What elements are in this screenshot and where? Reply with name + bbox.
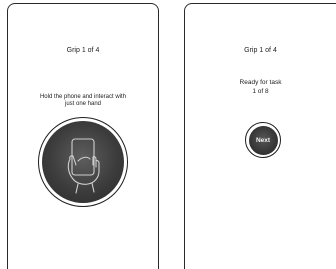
task-status-text: Ready for task 1 of 8 — [185, 78, 336, 96]
hand-holding-phone-icon — [42, 121, 124, 203]
task-line-1: Ready for task — [239, 79, 282, 86]
task-ready-screen: Grip 1 of 4 Ready for task 1 of 8 Next — [184, 3, 336, 269]
next-button[interactable]: Next — [245, 122, 281, 158]
instruction-line-2: just one hand — [64, 101, 102, 107]
instruction-line-1: Hold the phone and interact with — [39, 94, 127, 100]
app-stage: Grip 1 of 4 Hold the phone and interact … — [0, 0, 336, 269]
next-button-label: Next — [248, 125, 278, 155]
task-line-2: 1 of 8 — [252, 88, 269, 95]
grip-instruction-text: Hold the phone and interact with just on… — [16, 94, 150, 108]
grip-instruction-screen: Grip 1 of 4 Hold the phone and interact … — [7, 3, 159, 269]
grip-progress-title: Grip 1 of 4 — [66, 47, 100, 54]
grip-illustration — [38, 117, 128, 207]
grip-progress-title: Grip 1 of 4 — [244, 47, 277, 54]
